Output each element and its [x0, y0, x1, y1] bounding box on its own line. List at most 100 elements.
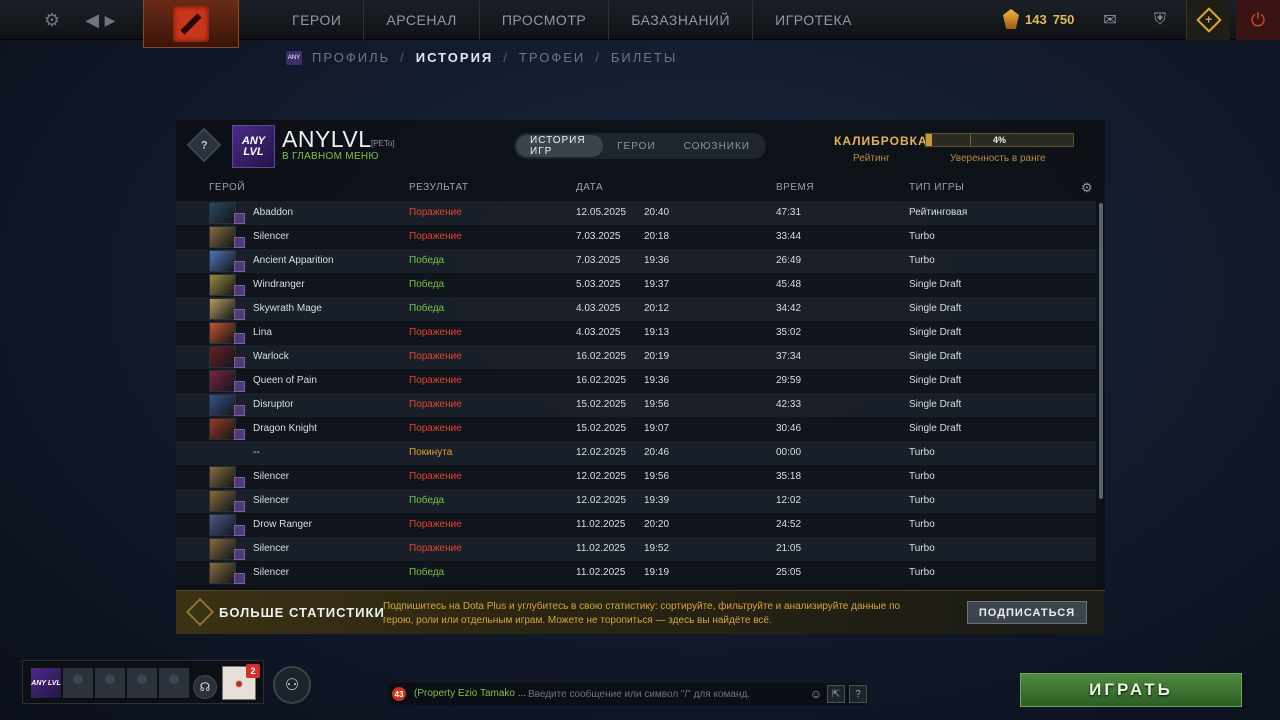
match-row[interactable]: Abaddon Поражение 12.05.2025 20:40 47:31 Рейт…	[176, 201, 1096, 225]
match-hero-name: Ancient Apparition	[253, 255, 334, 266]
role-badge-icon	[234, 549, 245, 560]
subnav-trophies[interactable]: ТРОФЕИ	[519, 50, 585, 65]
match-duration: 26:49	[776, 255, 802, 266]
party-slot-empty[interactable]	[63, 668, 93, 698]
column-settings-gear-icon[interactable]: ⚙	[1081, 180, 1093, 196]
role-badge-icon	[234, 429, 245, 440]
match-row[interactable]: Lina Поражение 4.03.2025 19:13 35:02 Single D…	[176, 321, 1096, 345]
chat-popout-icon[interactable]: ⇱	[827, 685, 845, 703]
dota-plus-icon: +	[1195, 7, 1222, 33]
match-hero-name: Silencer	[253, 495, 290, 506]
match-hero-name: Skywrath Mage	[253, 303, 322, 314]
match-game-type: Turbo	[909, 255, 935, 266]
person-placeholder-icon	[105, 674, 115, 684]
party-slot-empty[interactable]	[127, 668, 157, 698]
match-row[interactable]: Silencer Поражение 12.02.2025 19:56 35:18 Tur…	[176, 465, 1096, 489]
match-hero-name: Silencer	[253, 567, 290, 578]
confidence-label: Уверенность в ранге	[950, 153, 1046, 164]
emoticon-icon[interactable]: ☺	[807, 685, 825, 703]
subnav-profile[interactable]: ПРОФИЛЬ	[312, 50, 390, 65]
match-row[interactable]: Silencer Победа 11.02.2025 19:19 25:05 Turbo	[176, 561, 1096, 585]
match-result: Поражение	[409, 543, 462, 554]
settings-gear-icon[interactable]: ⚙	[40, 8, 64, 32]
match-row[interactable]: Disruptor Поражение 15.02.2025 19:56 42:33 Si…	[176, 393, 1096, 417]
role-badge-icon	[234, 501, 245, 512]
dota-logo-icon	[173, 5, 209, 42]
rank-medal-icon[interactable]: ?	[187, 128, 221, 162]
match-time: 19:19	[644, 567, 670, 578]
chat-unread-badge[interactable]: 43	[392, 687, 406, 701]
match-game-type: Turbo	[909, 471, 935, 482]
nav-tab-learn[interactable]: БАЗАЗНАНИЙ	[608, 0, 752, 40]
column-header-result[interactable]: РЕЗУЛЬТАТ	[409, 182, 468, 193]
party-slot-self[interactable]: ANY LVL	[31, 668, 61, 698]
dota-logo-button[interactable]	[143, 0, 239, 48]
match-game-type: Turbo	[909, 447, 935, 458]
match-row[interactable]: Dragon Knight Поражение 15.02.2025 19:07 30:…	[176, 417, 1096, 441]
match-row[interactable]: Ancient Apparition Победа 7.03.2025 19:36 26…	[176, 249, 1096, 273]
mail-icon[interactable]: ✉	[1088, 0, 1132, 40]
nav-tab-heroes[interactable]: ГЕРОИ	[270, 0, 363, 40]
match-game-type: Turbo	[909, 519, 935, 530]
play-button[interactable]: ИГРАТЬ	[1020, 673, 1242, 707]
chat-channel-name[interactable]: (Property Ezio Tamako ...	[414, 688, 526, 699]
match-row[interactable]: -- Покинута 12.02.2025 20:46 00:00 Turbo	[176, 441, 1096, 465]
currency-display[interactable]: 143 750	[1003, 9, 1074, 29]
match-date: 12.02.2025	[576, 471, 627, 482]
power-icon[interactable]: ⏻	[1236, 0, 1280, 40]
party-people-icon[interactable]: ⚇	[273, 666, 311, 704]
chat-input[interactable]	[528, 685, 798, 703]
match-duration: 37:34	[776, 351, 802, 362]
match-date: 16.02.2025	[576, 375, 627, 386]
nav-tab-armory[interactable]: АРСЕНАЛ	[363, 0, 478, 40]
armory-shield-icon[interactable]: ⛨	[1138, 0, 1182, 40]
match-row[interactable]: Silencer Поражение 11.02.2025 19:52 21:05 Tur…	[176, 537, 1096, 561]
match-time: 20:46	[644, 447, 670, 458]
dota-plus-emblem-icon	[185, 597, 215, 627]
party-slot-empty[interactable]	[159, 668, 189, 698]
match-time: 20:20	[644, 519, 670, 530]
match-row[interactable]: Queen of Pain Поражение 16.02.2025 19:36 29:…	[176, 369, 1096, 393]
help-icon[interactable]: ?	[849, 685, 867, 703]
subnav-tickets[interactable]: БИЛЕТЫ	[611, 50, 678, 65]
profile-name: ANYLVL	[282, 126, 372, 152]
forward-arrow-icon[interactable]: ▶	[98, 8, 122, 32]
match-list: Abaddon Поражение 12.05.2025 20:40 47:31 Рейт…	[176, 201, 1096, 585]
match-row[interactable]: Silencer Победа 12.02.2025 19:39 12:02 Turbo	[176, 489, 1096, 513]
column-header-duration[interactable]: ВРЕМЯ	[776, 182, 814, 193]
match-result: Победа	[409, 567, 445, 578]
match-duration: 12:02	[776, 495, 802, 506]
column-header-hero[interactable]: ГЕРОЙ	[209, 182, 245, 193]
subnav-history[interactable]: ИСТОРИЯ	[416, 50, 494, 65]
role-badge-icon	[234, 381, 245, 392]
nav-tab-arcade[interactable]: ИГРОТЕКА	[752, 0, 874, 40]
match-hero-name: Drow Ranger	[253, 519, 312, 530]
dota-plus-button[interactable]: +	[1186, 0, 1230, 40]
match-hero-name: Lina	[253, 327, 272, 338]
tab-match-history[interactable]: ИСТОРИЯ ИГР	[516, 135, 604, 157]
match-game-type: Рейтинговая	[909, 207, 968, 218]
tab-heroes[interactable]: ГЕРОИ	[603, 135, 670, 157]
subscribe-button[interactable]: ПОДПИСАТЬСЯ	[967, 601, 1087, 624]
match-row[interactable]: Drow Ranger Поражение 11.02.2025 20:20 24:52…	[176, 513, 1096, 537]
match-row[interactable]: Skywrath Mage Победа 4.03.2025 20:12 34:42 Si…	[176, 297, 1096, 321]
nav-tab-watch[interactable]: ПРОСМОТР	[478, 0, 608, 40]
match-list-scrollbar[interactable]	[1099, 203, 1103, 499]
match-duration: 47:31	[776, 207, 802, 218]
match-row[interactable]: Silencer Поражение 7.03.2025 20:18 33:44 Turb…	[176, 225, 1096, 249]
role-badge-icon	[234, 405, 245, 416]
match-game-type: Turbo	[909, 495, 935, 506]
match-time: 19:52	[644, 543, 670, 554]
match-row[interactable]: Warlock Поражение 16.02.2025 20:19 37:34 Sing…	[176, 345, 1096, 369]
headset-icon[interactable]: ☊	[193, 675, 217, 699]
match-time: 20:12	[644, 303, 670, 314]
match-row[interactable]: Windranger Победа 5.03.2025 19:37 45:48 Singl…	[176, 273, 1096, 297]
match-game-type: Single Draft	[909, 279, 962, 290]
column-header-type[interactable]: ТИП ИГРЫ	[909, 182, 964, 193]
profile-avatar[interactable]: ANY LVL	[232, 125, 275, 168]
column-header-date[interactable]: ДАТА	[576, 182, 603, 193]
match-game-type: Single Draft	[909, 303, 962, 314]
tab-allies[interactable]: СОЮЗНИКИ	[670, 135, 764, 157]
party-slot-empty[interactable]	[95, 668, 125, 698]
gold-count: 750	[1052, 11, 1075, 27]
